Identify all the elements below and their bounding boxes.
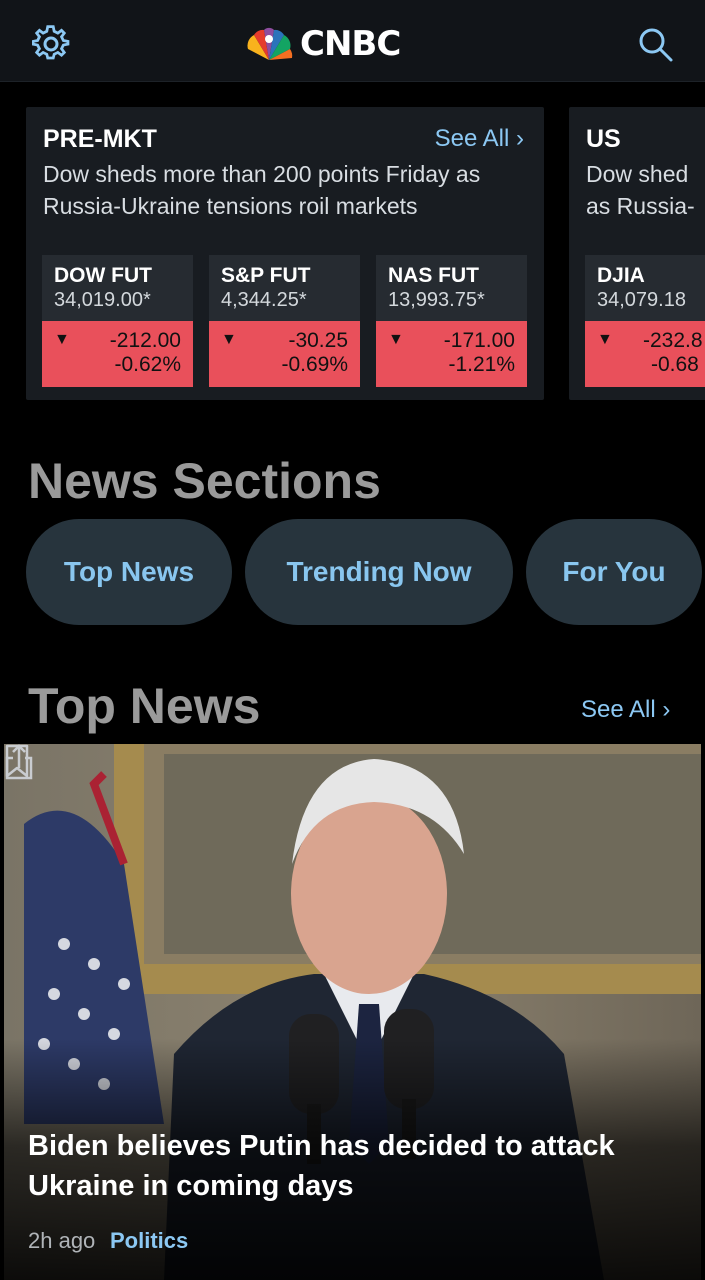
search-icon[interactable] xyxy=(636,25,674,63)
quote-price: 13,993.75* xyxy=(388,289,485,311)
pill-top-news[interactable]: Top News xyxy=(26,519,232,625)
quote-change-box: ▼ -30.25 -0.69% xyxy=(209,321,360,387)
pill-for-you[interactable]: For You xyxy=(526,519,702,625)
market-headline[interactable]: Dow shed as Russia- xyxy=(586,158,705,222)
quote-change: -232.8 xyxy=(643,329,703,352)
top-news-heading: Top News xyxy=(28,678,261,734)
down-arrow-icon: ▼ xyxy=(54,331,70,348)
market-card-label: US xyxy=(586,125,621,153)
quote-percent: -1.21% xyxy=(448,353,515,376)
quote-change: -30.25 xyxy=(288,329,348,352)
peacock-icon xyxy=(247,27,293,60)
article-category-link[interactable]: Politics xyxy=(110,1228,188,1254)
quote-change: -212.00 xyxy=(109,329,181,352)
market-headline-text: Dow shed as Russia- xyxy=(586,161,695,219)
quote-tile[interactable]: S&P FUT 4,344.25* ▼ -30.25 -0.69% xyxy=(209,255,360,387)
article-timestamp: 2h ago xyxy=(28,1228,96,1253)
market-headline[interactable]: Dow sheds more than 200 points Friday as… xyxy=(43,158,533,222)
quote-change: -171.00 xyxy=(443,329,515,352)
quote-name: DOW FUT xyxy=(54,264,152,287)
market-card-us[interactable]: US Dow shed as Russia- DJIA 34,079.18 ▼ … xyxy=(569,107,705,400)
cnbc-logo[interactable]: CNBC xyxy=(244,24,401,64)
down-arrow-icon: ▼ xyxy=(388,331,404,348)
share-icon[interactable] xyxy=(4,744,34,780)
app-header: CNBC xyxy=(0,0,705,82)
market-card-label: PRE-MKT xyxy=(43,125,157,153)
quote-price: 4,344.25* xyxy=(221,289,307,311)
see-all-link[interactable]: See All › xyxy=(581,696,670,724)
news-sections-heading: News Sections xyxy=(28,453,381,509)
logo-wordmark: CNBC xyxy=(300,24,401,64)
quote-price: 34,019.00* xyxy=(54,289,151,311)
quote-name: NAS FUT xyxy=(388,264,479,287)
hero-headline[interactable]: Biden believes Putin has decided to atta… xyxy=(28,1126,678,1206)
quote-tile[interactable]: NAS FUT 13,993.75* ▼ -171.00 -1.21% xyxy=(376,255,527,387)
pill-trending-now[interactable]: Trending Now xyxy=(245,519,513,625)
gear-icon[interactable] xyxy=(32,25,70,63)
quote-percent: -0.62% xyxy=(114,353,181,376)
quote-percent: -0.69% xyxy=(281,353,348,376)
down-arrow-icon: ▼ xyxy=(221,331,237,348)
quote-price: 34,079.18 xyxy=(597,289,686,311)
quote-name: S&P FUT xyxy=(221,264,311,287)
quote-name: DJIA xyxy=(597,264,645,287)
quote-tile[interactable]: DJIA 34,079.18 ▼ -232.8 -0.68 xyxy=(585,255,705,387)
quote-change-box: ▼ -171.00 -1.21% xyxy=(376,321,527,387)
down-arrow-icon: ▼ xyxy=(597,331,613,348)
quote-tile[interactable]: DOW FUT 34,019.00* ▼ -212.00 -0.62% xyxy=(42,255,193,387)
hero-article[interactable]: Biden believes Putin has decided to atta… xyxy=(4,744,701,1280)
see-all-link[interactable]: See All › xyxy=(435,125,524,153)
market-card-pre-mkt[interactable]: PRE-MKT See All › Dow sheds more than 20… xyxy=(26,107,544,400)
quote-percent: -0.68 xyxy=(651,353,699,376)
quote-change-box: ▼ -232.8 -0.68 xyxy=(585,321,705,387)
quote-change-box: ▼ -212.00 -0.62% xyxy=(42,321,193,387)
